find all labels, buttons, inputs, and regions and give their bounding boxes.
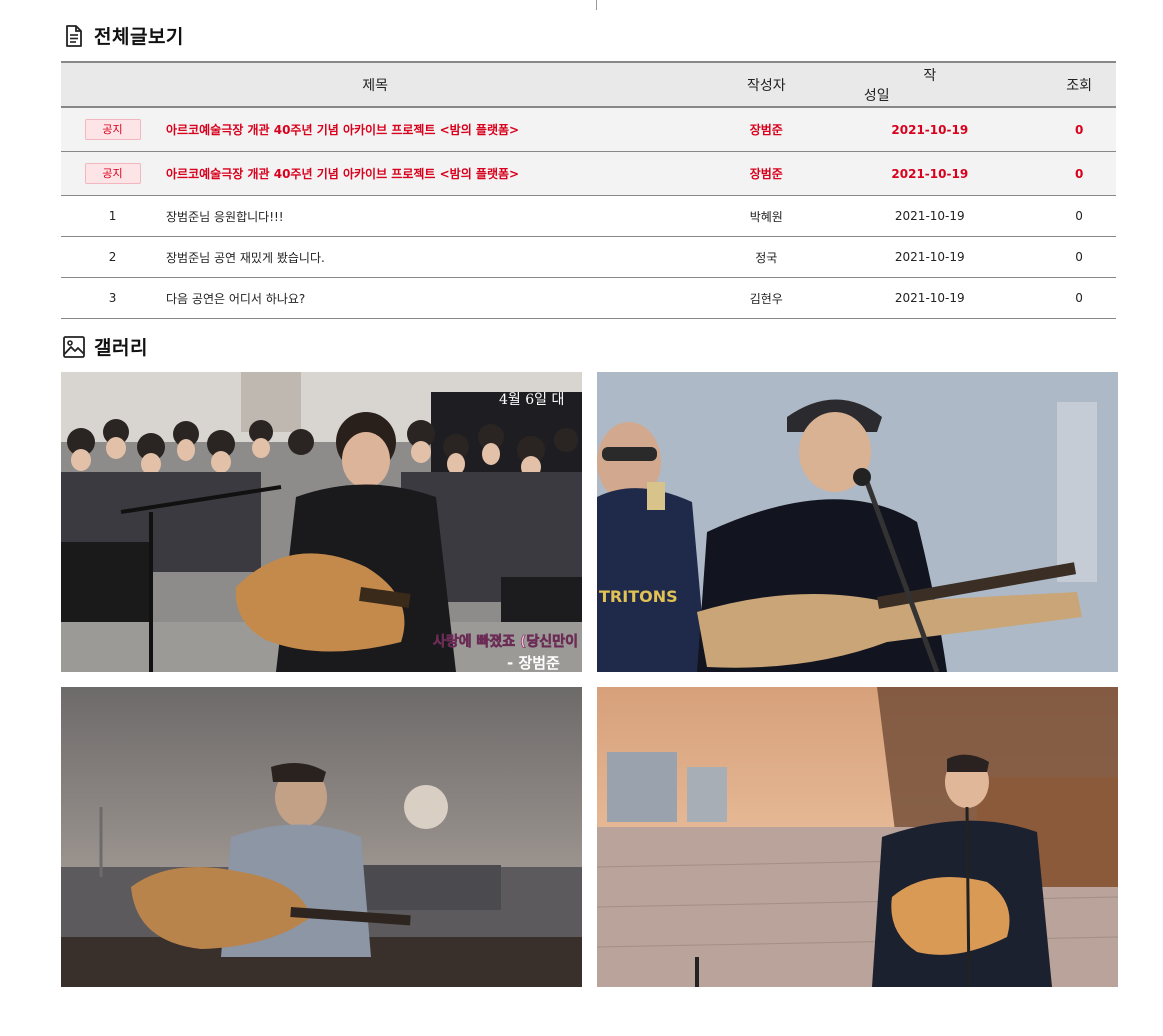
post-author: 박혜원 — [715, 195, 818, 237]
column-subject: 제목 — [164, 61, 716, 108]
board-title: 전체글보기 — [94, 26, 184, 48]
document-icon — [62, 24, 86, 48]
table-row[interactable]: 1 장범준님 응원합니다!!! 박혜원 2021-10-19 0 — [61, 195, 1116, 237]
notice-badge: 공지 — [84, 119, 141, 140]
post-views: 0 — [1042, 107, 1116, 152]
post-subject-link[interactable]: 장범준님 공연 재밌게 봤습니다. — [164, 236, 716, 278]
column-no — [61, 61, 165, 108]
gallery-grid: 4월 6일 대 사랑에 빠졌죠 (당신만이 - 장범준 TRITONS — [61, 372, 1118, 987]
post-number: 2 — [61, 236, 165, 278]
top-divider — [596, 0, 597, 10]
post-subject-link[interactable]: 장범준님 응원합니다!!! — [164, 195, 716, 237]
column-date: 작성일 — [817, 61, 1043, 108]
notice-row[interactable]: 공지 아르코예술극장 개관 40주년 기념 아카이브 프로젝트 <밤의 플랫폼>… — [61, 151, 1116, 196]
image-icon — [62, 335, 86, 359]
post-author: 김현우 — [715, 277, 818, 319]
table-header: 제목 작성자 작성일 조회 — [61, 61, 1116, 108]
table-row[interactable]: 2 장범준님 공연 재밌게 봤습니다. 정국 2021-10-19 0 — [61, 236, 1116, 278]
post-subject-link[interactable]: 다음 공연은 어디서 하나요? — [164, 277, 716, 319]
notice-badge: 공지 — [84, 163, 141, 184]
post-subject-link[interactable]: 아르코예술극장 개관 40주년 기념 아카이브 프로젝트 <밤의 플랫폼> — [164, 107, 716, 152]
board-section-title: 전체글보기 — [62, 22, 184, 49]
post-date: 2021-10-19 — [817, 195, 1043, 237]
post-author: 정국 — [715, 236, 818, 278]
gallery-title: 갤러리 — [94, 337, 148, 359]
post-date: 2021-10-19 — [817, 151, 1043, 196]
video-artist-caption: - 장범준 — [507, 654, 560, 672]
post-number: 1 — [61, 195, 165, 237]
post-views: 0 — [1042, 151, 1116, 196]
post-views: 0 — [1042, 195, 1116, 237]
notice-row[interactable]: 공지 아르코예술극장 개관 40주년 기념 아카이브 프로젝트 <밤의 플랫폼>… — [61, 107, 1116, 152]
shirt-print-text: TRITONS — [599, 587, 678, 606]
gallery-photo-dusk-street[interactable] — [597, 687, 1118, 987]
post-author: 장범준 — [715, 107, 818, 152]
gallery-section-title: 갤러리 — [62, 333, 148, 360]
column-views: 조회 — [1042, 61, 1116, 108]
video-date-caption: 4월 6일 대 — [499, 392, 564, 408]
column-author: 작성자 — [715, 61, 818, 108]
gallery-photo-singer-cap[interactable]: TRITONS — [597, 372, 1118, 672]
gallery-photo-busking-crowd[interactable]: 4월 6일 대 사랑에 빠졌죠 (당신만이 - 장범준 — [61, 372, 582, 672]
post-table: 제목 작성자 작성일 조회 공지 아르코예술극장 개관 40주년 기념 아카이브… — [61, 61, 1116, 319]
gallery-photo-sunset-rooftop[interactable] — [61, 687, 582, 987]
post-views: 0 — [1042, 277, 1116, 319]
post-date: 2021-10-19 — [817, 107, 1043, 152]
video-song-caption: 사랑에 빠졌죠 (당신만이 — [433, 633, 578, 650]
table-row[interactable]: 3 다음 공연은 어디서 하나요? 김현우 2021-10-19 0 — [61, 277, 1116, 319]
post-date: 2021-10-19 — [817, 236, 1043, 278]
post-views: 0 — [1042, 236, 1116, 278]
post-author: 장범준 — [715, 151, 818, 196]
post-subject-link[interactable]: 아르코예술극장 개관 40주년 기념 아카이브 프로젝트 <밤의 플랫폼> — [164, 151, 716, 196]
post-date: 2021-10-19 — [817, 277, 1043, 319]
post-number: 3 — [61, 277, 165, 319]
